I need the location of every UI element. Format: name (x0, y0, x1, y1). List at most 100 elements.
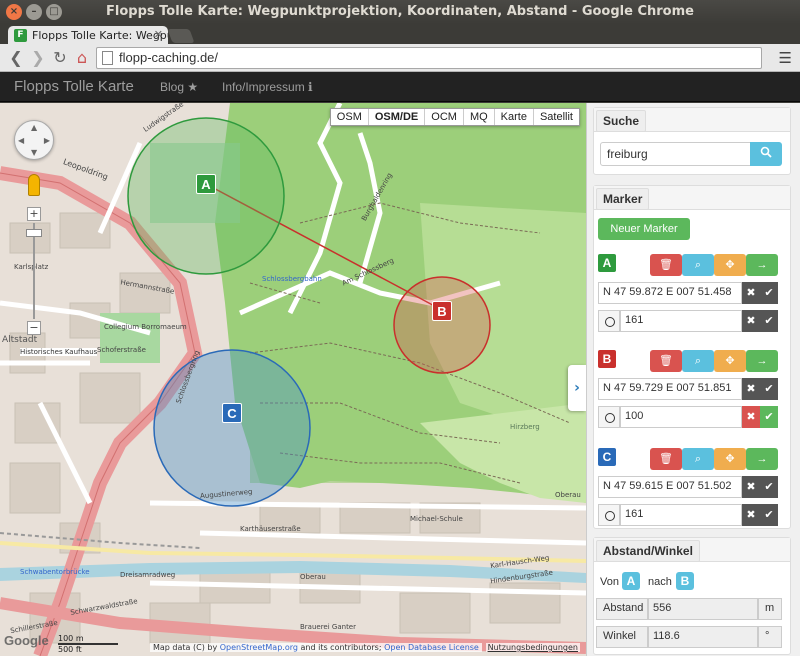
map-label: Oberau (300, 573, 326, 581)
pan-right-icon[interactable]: ▶ (44, 136, 50, 145)
marker-b-project-button[interactable]: → (746, 350, 778, 372)
sidebar-toggle-chevron-icon[interactable]: › (568, 365, 586, 411)
marker-c-coords-ok-button[interactable]: ✔ (760, 476, 778, 498)
marker-a-coords-cancel-button[interactable]: ✖ (742, 282, 760, 304)
zoom-slider-track[interactable] (33, 223, 35, 319)
browser-toolbar: ❮ ❯ ↻ ⌂ flopp-caching.de/ ☰ (0, 44, 800, 72)
marker-b-radius-ok-button[interactable]: ✔ (760, 406, 778, 428)
google-logo: Google (4, 633, 49, 648)
map-marker-b[interactable]: B (432, 301, 452, 321)
tab-close-icon[interactable]: ✕ (154, 28, 163, 41)
tab-strip: F Flopps Tolle Karte: Wegpu ✕ (0, 24, 800, 46)
app-brand[interactable]: Flopps Tolle Karte (14, 78, 134, 95)
map-type-ocm[interactable]: OCM (425, 109, 464, 125)
map-type-karte[interactable]: Karte (494, 109, 534, 125)
map-label: Oberau (555, 491, 581, 499)
map-label: Schwabentorbrücke (20, 568, 90, 576)
zoom-out-button[interactable]: − (27, 321, 41, 335)
chrome-menu-icon[interactable]: ☰ (779, 49, 792, 67)
marker-c-move-button[interactable]: ✥ (714, 448, 746, 470)
marker-c-badge: C (598, 448, 616, 466)
map-marker-c[interactable]: C (222, 403, 242, 423)
marker-b-radius-icon (598, 406, 620, 428)
address-bar[interactable]: flopp-caching.de/ (96, 47, 762, 69)
marker-c-coords-cancel-button[interactable]: ✖ (742, 476, 760, 498)
angle-unit: ° (758, 626, 782, 648)
back-icon[interactable]: ❮ (6, 48, 26, 68)
marker-a-coords-input[interactable]: N 47 59.872 E 007 51.458 (598, 282, 742, 304)
map-label: Schlossbergbahn (262, 275, 322, 283)
marker-a-radius-input[interactable]: 161 (620, 310, 742, 332)
marker-b-coords-ok-button[interactable]: ✔ (760, 378, 778, 400)
marker-a-radius-ok-button[interactable]: ✔ (760, 310, 778, 332)
distance-label: Abstand (596, 598, 648, 620)
search-panel-header: Suche (594, 108, 790, 132)
to-marker-button[interactable]: B (676, 572, 694, 590)
map-canvas[interactable]: Ludwigstraße Leopoldring Schlossbergring… (0, 103, 586, 656)
map-type-mq[interactable]: MQ (463, 109, 495, 125)
marker-a-radius-cancel-button[interactable]: ✖ (742, 310, 760, 332)
marker-c-project-button[interactable]: → (746, 448, 778, 470)
scale-metric: 100 m (58, 634, 84, 643)
map-attribution: Map data (C) by OpenStreetMap.org and it… (150, 643, 482, 652)
map-pan-control[interactable]: ▲ ▼ ◀ ▶ (14, 120, 54, 160)
pan-up-icon[interactable]: ▲ (31, 123, 37, 132)
marker-c-center-button[interactable]: ⌕ (682, 448, 714, 470)
map-type-selector: OSM OSM/DE OCM MQ Karte Satellit (329, 108, 580, 126)
osm-link[interactable]: OpenStreetMap.org (220, 643, 298, 652)
marker-b-radius-input[interactable]: 100 (620, 406, 742, 428)
marker-c-radius-input[interactable]: 161 (620, 504, 742, 526)
search-button[interactable] (750, 142, 782, 166)
to-label: nach (648, 576, 672, 588)
new-tab-button[interactable] (167, 29, 195, 43)
new-marker-button[interactable]: Neuer Marker (598, 218, 690, 240)
marker-a-move-button[interactable]: ✥ (714, 254, 746, 276)
distance-panel: Abstand/Winkel Von A nach B Abstand 556 … (593, 537, 791, 655)
pan-left-icon[interactable]: ◀ (18, 136, 24, 145)
map-label: Karthäuserstraße (240, 525, 301, 533)
marker-c-radius-ok-button[interactable]: ✔ (760, 504, 778, 526)
marker-b-move-button[interactable]: ✥ (714, 350, 746, 372)
distance-value: 556 (648, 598, 758, 620)
map-type-osm[interactable]: OSM (330, 109, 369, 125)
marker-a-project-button[interactable]: → (746, 254, 778, 276)
reload-icon[interactable]: ↻ (50, 48, 70, 68)
marker-b-coords-input[interactable]: N 47 59.729 E 007 51.851 (598, 378, 742, 400)
page-icon (102, 51, 113, 65)
address-bar-url: flopp-caching.de/ (119, 50, 219, 65)
map-label: Dreisamradweg (120, 571, 176, 579)
search-panel: Suche freiburg (593, 107, 791, 175)
map-type-satellit[interactable]: Satellit (533, 109, 579, 125)
marker-b-radius-cancel-button[interactable]: ✖ (742, 406, 760, 428)
nav-blog-link[interactable]: Blog ★ (160, 80, 198, 94)
marker-b-center-button[interactable]: ⌕ (682, 350, 714, 372)
marker-c-radius-cancel-button[interactable]: ✖ (742, 504, 760, 526)
terms-link[interactable]: Nutzungsbedingungen (485, 643, 580, 652)
marker-b-coords-cancel-button[interactable]: ✖ (742, 378, 760, 400)
map-marker-a[interactable]: A (196, 174, 216, 194)
search-input[interactable]: freiburg (600, 142, 752, 166)
marker-b-delete-button[interactable]: 🗑 (650, 350, 682, 372)
forward-icon[interactable]: ❯ (28, 48, 48, 68)
odbl-link[interactable]: Open Database License (384, 643, 479, 652)
marker-a-delete-button[interactable]: 🗑 (650, 254, 682, 276)
pan-down-icon[interactable]: ▼ (31, 148, 37, 157)
streetview-pegman-icon[interactable] (28, 174, 40, 196)
home-icon[interactable]: ⌂ (72, 48, 92, 68)
zoom-slider-thumb[interactable] (26, 229, 42, 237)
marker-c-coords-input[interactable]: N 47 59.615 E 007 51.502 (598, 476, 742, 498)
zoom-in-button[interactable]: + (27, 207, 41, 221)
map-type-osm-de[interactable]: OSM/DE (368, 109, 426, 125)
marker-a-center-button[interactable]: ⌕ (682, 254, 714, 276)
marker-panel: Marker Neuer Marker A 🗑 ⌕ ✥ → N 47 59.87… (593, 185, 791, 529)
nav-info-link[interactable]: Info/Impressum ℹ (222, 80, 313, 94)
marker-a-coords-ok-button[interactable]: ✔ (760, 282, 778, 304)
browser-tab[interactable]: F Flopps Tolle Karte: Wegpu ✕ (8, 26, 168, 46)
marker-a-radius-icon (598, 310, 620, 332)
marker-c-delete-button[interactable]: 🗑 (650, 448, 682, 470)
app-navbar: Flopps Tolle Karte Blog ★ Info/Impressum… (0, 72, 800, 102)
attribution-prefix: Map data (C) by (153, 643, 218, 652)
map-label: Schoferstraße (97, 346, 146, 354)
from-marker-button[interactable]: A (622, 572, 640, 590)
window-title: Flopps Tolle Karte: Wegpunktprojektion, … (106, 4, 694, 19)
